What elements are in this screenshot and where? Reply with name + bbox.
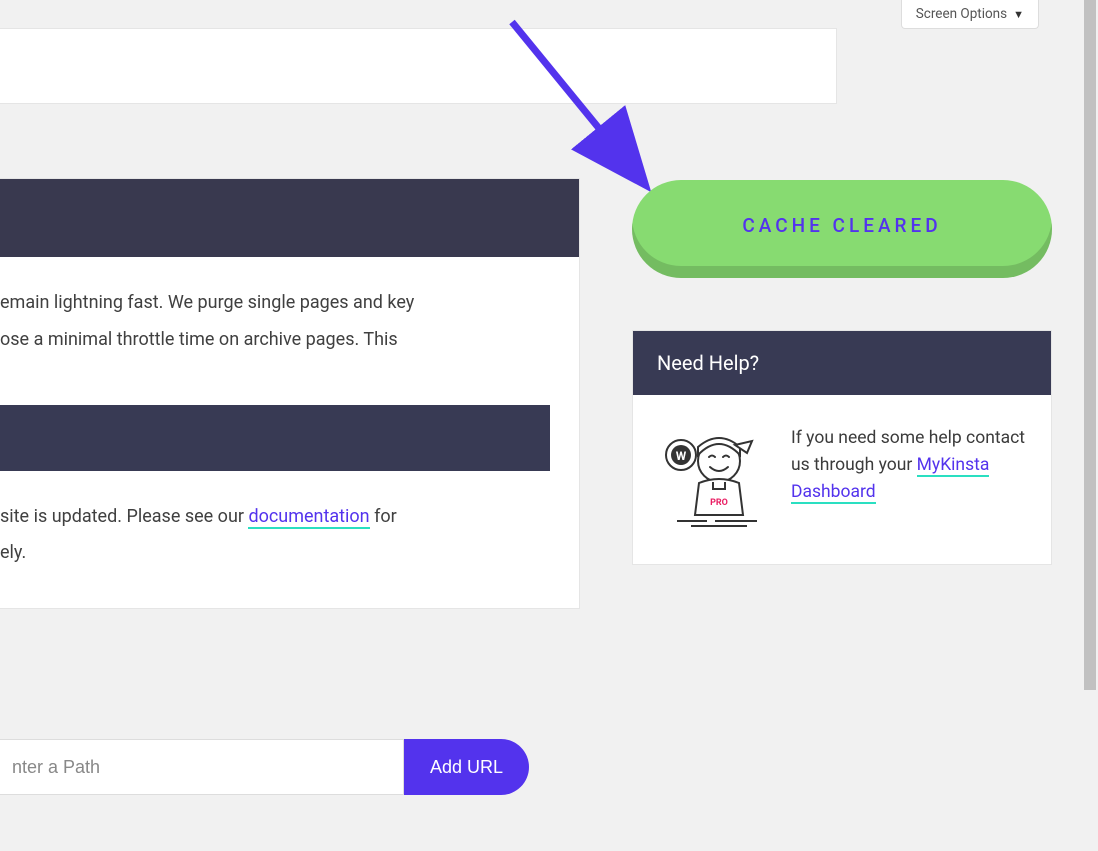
card-header-bar bbox=[0, 179, 579, 257]
support-pro-illustration-icon: W PRO bbox=[657, 425, 767, 530]
help-card: Need Help? W PRO If you bbox=[632, 330, 1052, 565]
screen-options-tab[interactable]: Screen Options ▼ bbox=[901, 0, 1039, 29]
card-subheader-bar bbox=[0, 405, 550, 471]
description-line-3: site is updated. Please see our document… bbox=[0, 503, 579, 532]
path-input[interactable] bbox=[0, 739, 404, 795]
cache-cleared-button[interactable]: CACHE CLEARED bbox=[632, 180, 1052, 278]
chevron-down-icon: ▼ bbox=[1013, 8, 1024, 21]
add-url-button[interactable]: Add URL bbox=[404, 739, 529, 795]
scrollbar-thumb[interactable] bbox=[1084, 0, 1096, 690]
help-card-title: Need Help? bbox=[633, 331, 1051, 395]
svg-text:W: W bbox=[676, 449, 687, 463]
help-card-body: W PRO If you need some help contact us t… bbox=[633, 395, 1051, 564]
screen-options-label: Screen Options bbox=[916, 6, 1007, 22]
description-line-4: ely. bbox=[0, 539, 579, 568]
card-body-2: site is updated. Please see our document… bbox=[0, 471, 579, 609]
cache-cleared-label: CACHE CLEARED bbox=[742, 214, 941, 237]
url-section: Add URL bbox=[0, 657, 548, 835]
description-line-1: emain lightning fast. We purge single pa… bbox=[0, 289, 579, 318]
url-input-row: Add URL bbox=[0, 739, 529, 795]
documentation-link[interactable]: documentation bbox=[248, 506, 369, 529]
top-panel bbox=[0, 28, 837, 104]
scrollbar-track[interactable] bbox=[1082, 0, 1098, 851]
card-body: emain lightning fast. We purge single pa… bbox=[0, 257, 579, 395]
description-line-2: ose a minimal throttle time on archive p… bbox=[0, 326, 579, 355]
svg-text:PRO: PRO bbox=[710, 498, 728, 508]
help-text: If you need some help contact us through… bbox=[791, 425, 1027, 506]
main-content-card: emain lightning fast. We purge single pa… bbox=[0, 178, 580, 609]
